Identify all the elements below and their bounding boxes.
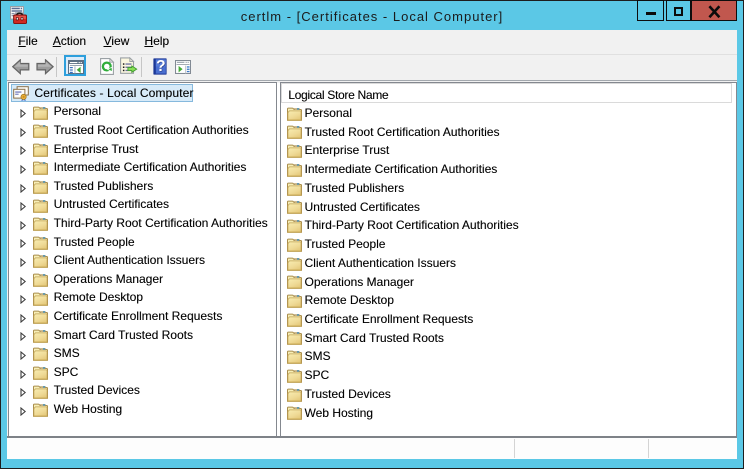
svg-text:?: ?: [156, 58, 165, 75]
